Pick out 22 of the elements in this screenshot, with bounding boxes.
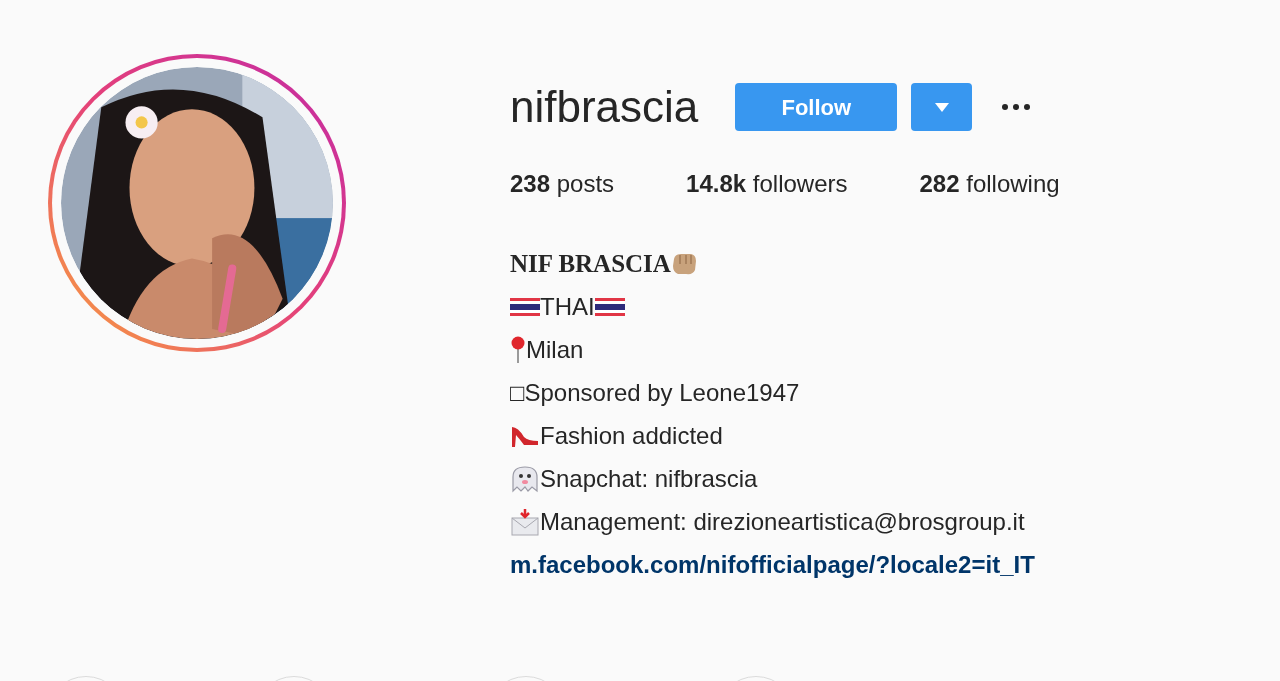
profile-stat[interactable]: 14.8k followers (686, 166, 848, 202)
ghost-icon (510, 464, 540, 493)
bio-line: Management: direzioneartistica@brosgroup.it (540, 506, 1025, 537)
dropdown-button[interactable] (911, 83, 973, 131)
thai-flag-icon (510, 297, 540, 316)
caret-icon (934, 102, 949, 112)
bio-line: THAI (540, 291, 595, 322)
thai-flag-icon (594, 297, 625, 316)
bio-line: Milan (526, 334, 584, 365)
inbox-envelope-icon (510, 507, 540, 536)
bio-line: Snapchat: nifbrascia (540, 463, 758, 494)
more-icon (1002, 104, 1031, 110)
more-options-button[interactable] (1002, 103, 1031, 111)
username: nifbrascia (510, 85, 699, 129)
bio-line: Fashion addicted (540, 420, 723, 451)
profile-stat[interactable]: 282 following (919, 166, 1060, 202)
profile-stat[interactable]: 238 posts (510, 166, 615, 202)
website-link[interactable]: m.facebook.com/nifofficialpage/?locale2=it_IT (510, 546, 1035, 583)
fist-icon (670, 251, 697, 276)
bio-line: □Sponsored by Leone1947 (510, 377, 800, 408)
pin-icon (510, 335, 526, 364)
full-name: NIF BRASCIA (510, 248, 671, 279)
